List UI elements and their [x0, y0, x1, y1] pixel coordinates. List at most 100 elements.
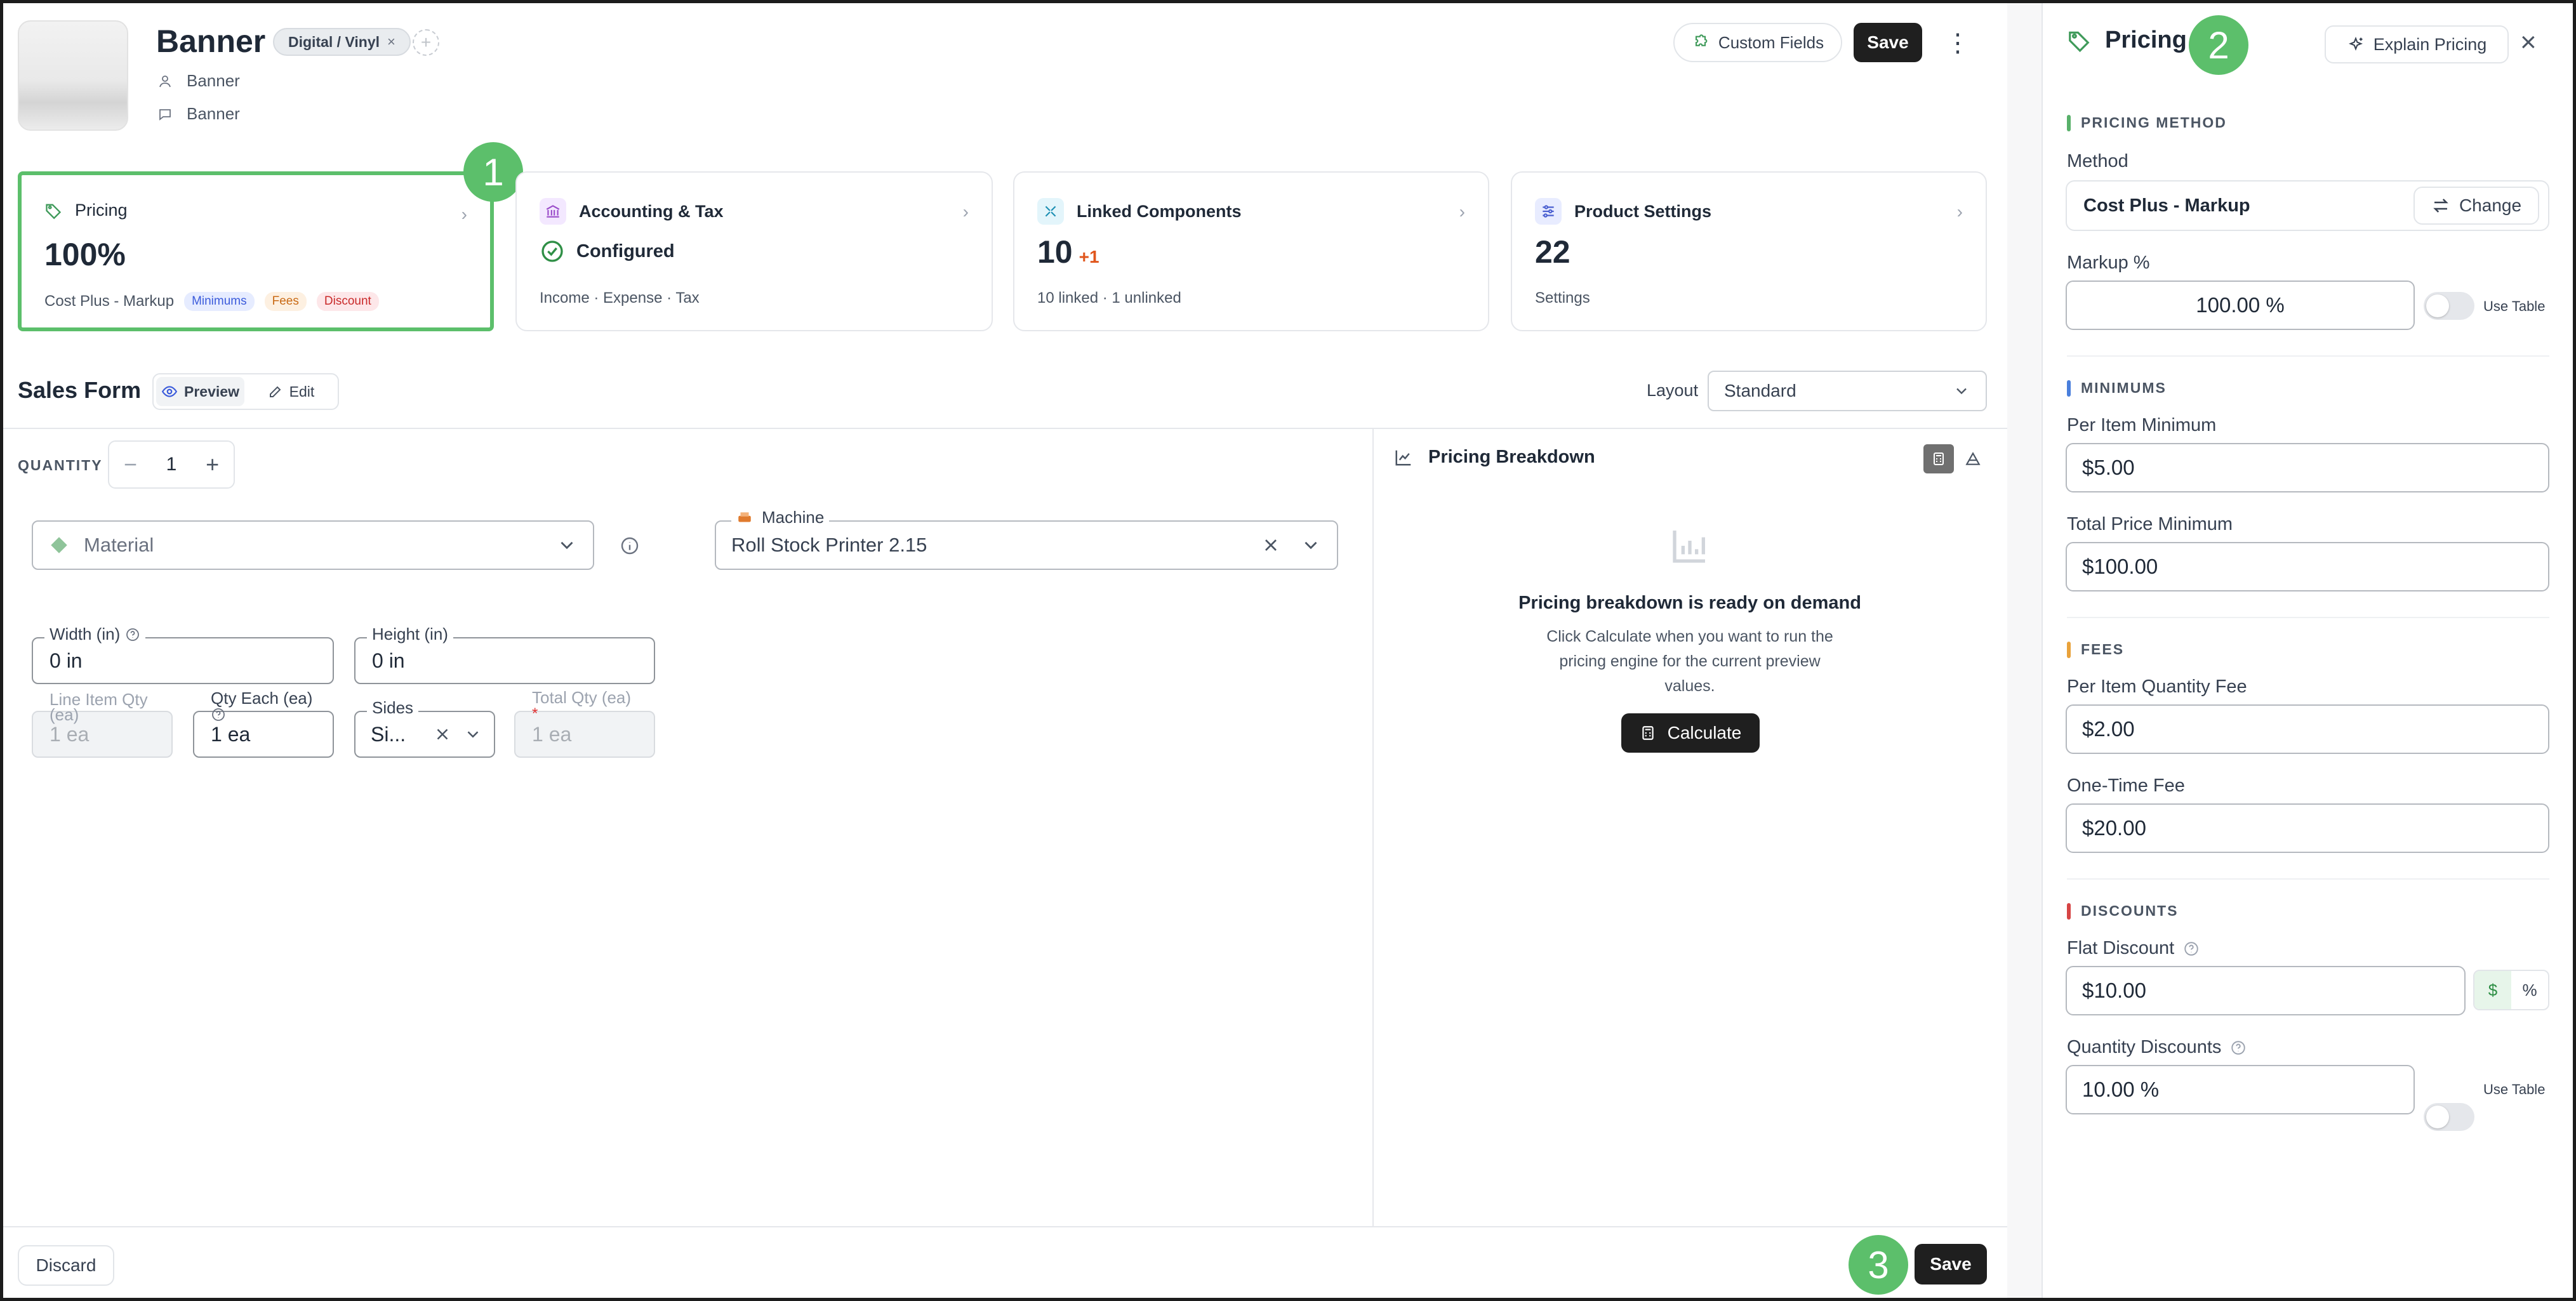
add-chip-button[interactable]: +: [413, 29, 439, 56]
height-value: 0 in: [372, 649, 405, 672]
qty-discounts-use-table-toggle[interactable]: [2424, 1103, 2474, 1131]
breakdown-heading: Pricing breakdown is ready on demand: [1518, 593, 1861, 613]
percent-option[interactable]: %: [2511, 971, 2548, 1009]
fees-badge: Fees: [264, 292, 307, 311]
edit-tab[interactable]: Edit: [247, 377, 335, 406]
total-qty-label: Total Qty (ea): [532, 688, 632, 707]
calculator-view-icon[interactable]: [1923, 444, 1954, 473]
line-item-qty-field: Line Item Qty (ea) 1 ea: [32, 691, 173, 758]
qty-discounts-label: Quantity Discounts: [2067, 1037, 2222, 1057]
machine-select[interactable]: Machine Roll Stock Printer 2.15: [715, 508, 1338, 570]
method-value: Cost Plus - Markup: [2083, 195, 2250, 216]
chevron-right-icon: ›: [962, 202, 969, 221]
material-select[interactable]: Material: [32, 520, 594, 570]
step-marker-3: 3: [1849, 1235, 1908, 1295]
help-icon[interactable]: [2230, 1040, 2247, 1056]
edit-tab-label: Edit: [289, 383, 315, 400]
dollar-option[interactable]: $: [2474, 971, 2511, 1009]
chip-remove-icon[interactable]: ×: [387, 34, 395, 50]
quantity-stepper[interactable]: − 1 +: [108, 440, 235, 489]
fees-section: FEES: [2067, 641, 2124, 658]
panel-header: Pricing: [2067, 27, 2187, 54]
linked-card-title: Linked Components: [1077, 201, 1242, 221]
printer-icon: [736, 510, 753, 526]
change-label: Change: [2459, 195, 2522, 215]
help-icon[interactable]: [2183, 941, 2200, 957]
linked-card-value: 10: [1037, 234, 1073, 270]
markup-input[interactable]: 100.00 %: [2066, 281, 2415, 330]
info-icon[interactable]: [620, 536, 640, 556]
chevron-down-icon: [1953, 382, 1970, 400]
header-save-button[interactable]: Save: [1854, 23, 1922, 62]
total-qty-label-wrap: Total Qty (ea) *: [527, 689, 636, 722]
flat-discount-input[interactable]: $10.00: [2066, 966, 2466, 1015]
discounts-heading: DISCOUNTS: [2081, 902, 2179, 919]
triangle-view-icon[interactable]: [1958, 444, 1988, 473]
flat-discount-label: Flat Discount: [2067, 938, 2175, 958]
clear-icon[interactable]: [1261, 535, 1281, 555]
category-chip[interactable]: Digital / Vinyl ×: [273, 28, 411, 56]
one-time-fee-input[interactable]: $20.00: [2066, 803, 2549, 853]
minus-icon[interactable]: −: [124, 451, 137, 478]
discounts-section: DISCOUNTS: [2067, 902, 2178, 920]
qty-discounts-input[interactable]: 10.00 %: [2066, 1065, 2415, 1114]
chart-icon: [1394, 448, 1413, 467]
total-price-minimum-label: Total Price Minimum: [2067, 514, 2233, 534]
line-item-qty-value: 1 ea: [50, 722, 90, 746]
chevron-down-icon[interactable]: [463, 725, 482, 744]
product-settings-card[interactable]: Product Settings 22 Settings ›: [1511, 171, 1987, 331]
panel-title: Pricing: [2105, 27, 2187, 53]
footer-save-button[interactable]: Save: [1915, 1244, 1987, 1284]
chevron-down-icon[interactable]: [1300, 534, 1322, 556]
machine-label-wrap: Machine: [731, 508, 830, 527]
material-select-content: Material: [48, 534, 154, 557]
total-qty-field: Total Qty (ea) * 1 ea: [514, 689, 655, 758]
total-qty-value: 1 ea: [532, 722, 572, 746]
markup-use-table-toggle[interactable]: [2424, 292, 2474, 320]
close-icon[interactable]: ×: [2520, 27, 2537, 58]
height-field[interactable]: Height (in) 0 in: [354, 624, 655, 684]
explain-pricing-button[interactable]: Explain Pricing: [2325, 25, 2509, 63]
accounting-card[interactable]: Accounting & Tax Configured Income · Exp…: [515, 171, 993, 331]
sides-value: Si...: [371, 722, 406, 746]
sides-select[interactable]: Sides Si...: [354, 698, 495, 758]
breakdown-line-3: values.: [1664, 677, 1715, 695]
plus-icon[interactable]: +: [206, 451, 219, 478]
change-method-button[interactable]: Change: [2413, 187, 2539, 225]
preview-tab-label: Preview: [184, 383, 239, 400]
calculate-button[interactable]: Calculate: [1621, 713, 1760, 753]
help-icon[interactable]: [211, 707, 226, 722]
machine-label: Machine: [762, 508, 825, 527]
bank-icon: [540, 198, 566, 225]
markup-label: Markup %: [2067, 253, 2150, 273]
total-price-minimum-input[interactable]: $100.00: [2066, 542, 2549, 591]
settings-card-value: 22: [1535, 234, 1570, 270]
material-placeholder: Material: [84, 534, 154, 556]
accounting-card-footer: Income · Expense · Tax: [540, 289, 700, 307]
preview-tab[interactable]: Preview: [156, 377, 244, 406]
discount-type-toggle[interactable]: $ %: [2473, 970, 2549, 1010]
per-item-minimum-input[interactable]: $5.00: [2066, 443, 2549, 492]
linked-card-delta: +1: [1079, 247, 1099, 267]
layout-label: Layout: [1647, 381, 1699, 400]
accounting-status: Configured: [540, 239, 675, 264]
pricing-card-title: Pricing: [75, 201, 128, 220]
height-label: Height (in): [367, 624, 453, 644]
accounting-card-header: Accounting & Tax: [540, 198, 724, 225]
help-icon[interactable]: [125, 627, 140, 642]
sides-label: Sides: [367, 698, 419, 718]
per-item-fee-input[interactable]: $2.00: [2066, 704, 2549, 754]
custom-fields-button[interactable]: Custom Fields: [1673, 23, 1842, 62]
linked-components-card[interactable]: Linked Components 10 +1 10 linked · 1 un…: [1013, 171, 1489, 331]
settings-card-header: Product Settings: [1535, 198, 1711, 225]
more-options-icon[interactable]: ⋮: [1945, 24, 1970, 62]
customer-row: Banner: [157, 71, 240, 91]
qty-each-field[interactable]: Qty Each (ea) 1 ea: [193, 689, 334, 758]
layout-select[interactable]: Standard: [1708, 371, 1987, 411]
clear-icon[interactable]: [433, 725, 452, 744]
discard-button[interactable]: Discard: [18, 1245, 114, 1286]
chevron-right-icon: ›: [1459, 202, 1465, 221]
view-mode-toggle[interactable]: Preview Edit: [152, 373, 339, 410]
width-field[interactable]: Width (in) 0 in: [32, 624, 334, 684]
pricing-card[interactable]: Pricing 100% Cost Plus - Markup Minimums…: [18, 171, 494, 331]
